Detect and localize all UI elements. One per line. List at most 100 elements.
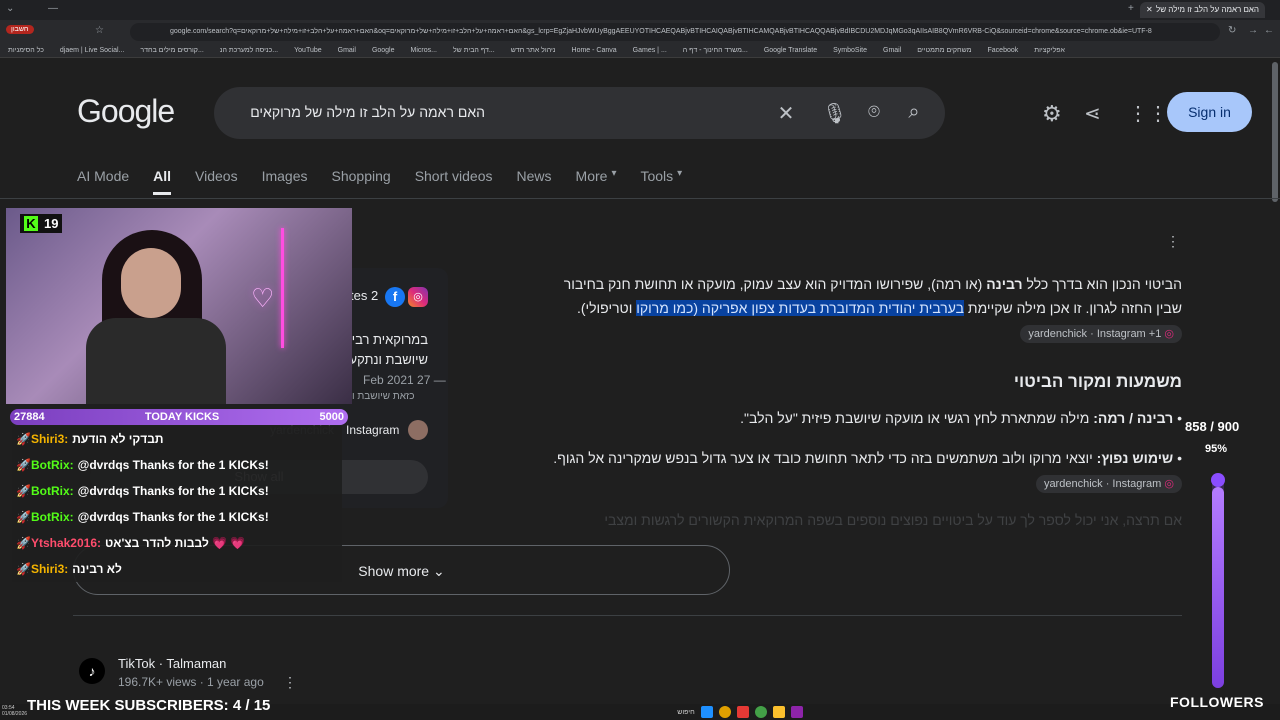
tab-title: האם ראמה על הלב זו מילה של: [1155, 5, 1259, 14]
lamp-icon: [281, 228, 284, 348]
tab-tools[interactable]: Tools: [640, 168, 673, 195]
source-count: tes 2: [350, 288, 379, 303]
week-subscribers: THIS WEEK SUBSCRIBERS: 4 / 15: [27, 697, 271, 714]
chat-username: BotRix:: [30, 484, 74, 498]
bookmark-item[interactable]: אפליקציות: [1032, 47, 1067, 54]
chat-message: 🚀 BotRix: @dvrdqs Thanks for the 1 KICKs!: [12, 504, 342, 530]
clear-icon[interactable]: ✕: [774, 101, 798, 126]
app-icon[interactable]: [754, 706, 767, 718]
new-tab-button[interactable]: +: [1128, 3, 1134, 14]
bookmark-item[interactable]: כניסה למערכת הנ...: [218, 47, 280, 54]
google-logo[interactable]: Google: [77, 93, 175, 130]
profile-button[interactable]: חשבון: [6, 25, 34, 34]
ai-overview-paragraph: הביטוי הנכון הוא בדרך כלל רבינה (או רמה)…: [542, 272, 1182, 344]
tab-more[interactable]: More: [576, 168, 608, 195]
tab-all[interactable]: All: [153, 168, 172, 195]
bookmark-item[interactable]: משחקים מתמטיים: [915, 47, 973, 54]
chat-message: 🚀 BotRix: @dvrdqs Thanks for the 1 KICKs!: [12, 478, 342, 504]
more-options-icon[interactable]: ⋮: [1166, 233, 1180, 250]
bookmark-item[interactable]: Gmail: [336, 47, 358, 54]
bookmark-item[interactable]: דף הבית של...: [451, 47, 497, 54]
ai-text: וטריפולי).: [576, 300, 637, 316]
browser-tab[interactable]: ✕ האם ראמה על הלב זו מילה של: [1140, 2, 1265, 18]
kicks-goal: 5000: [319, 411, 344, 423]
search-input[interactable]: האם ראמה על הלב זו מילה של מרוקאים: [250, 104, 485, 120]
viewer-count: 19: [44, 216, 59, 231]
more-options-icon[interactable]: ⋮: [283, 674, 297, 691]
scrollbar[interactable]: [1272, 62, 1278, 202]
tab-videos[interactable]: Videos: [195, 168, 238, 195]
webcam-feed: ♡: [6, 208, 352, 404]
source-chip-label: yardenchick · Instagram +1: [1028, 328, 1162, 340]
window-menu-icon[interactable]: ⌄: [6, 3, 14, 14]
tab-images[interactable]: Images: [262, 168, 308, 195]
tab-short-videos[interactable]: Short videos: [415, 168, 493, 195]
system-clock: 03:54 01/08/2026: [2, 705, 27, 717]
bookmark-item[interactable]: Facebook: [986, 47, 1021, 54]
bookmark-item[interactable]: Google: [370, 47, 397, 54]
chat-username: Ytshak2016:: [30, 536, 101, 550]
result-source[interactable]: TikTok · Talmaman: [118, 656, 226, 671]
instagram-icon: ◎: [1164, 478, 1174, 490]
back-icon[interactable]: →: [1248, 25, 1258, 36]
kicks-left: 27884: [14, 411, 45, 423]
search-icon[interactable]: ⌕: [902, 101, 926, 124]
kicks-label: TODAY KICKS: [144, 411, 220, 423]
browser-toolbar: → ← ↻ ☆ חשבון google.com/search?q=האם+רא…: [0, 20, 1280, 44]
chat-badge-icon: 🚀: [16, 484, 31, 498]
chat-message: 🚀 Shiri3: תבדקי לא הודעת: [12, 426, 342, 452]
bookmark-item[interactable]: Games | ...: [631, 47, 669, 54]
forward-icon[interactable]: ←: [1264, 25, 1274, 36]
faded-text: אם תרצה, אני יכול לספר לך עוד על ביטויים…: [604, 512, 1182, 528]
tiktok-icon: ♪: [79, 658, 105, 684]
chat-username: BotRix:: [30, 510, 74, 524]
windows-start-icon[interactable]: [700, 706, 713, 718]
app-icon[interactable]: [790, 706, 803, 718]
tab-shopping[interactable]: Shopping: [332, 168, 391, 195]
webcam-person-face: [121, 248, 181, 318]
search-box[interactable]: האם ראמה על הלב זו מילה של מרוקאים ✕ 🎙 ⌾…: [214, 87, 945, 139]
list-item: • רבינה / רמה: מילה שמתארת לחץ רגשי או מ…: [740, 410, 1182, 426]
minimize-icon[interactable]: —: [48, 3, 58, 14]
search-tabs: AI Mode All Videos Images Shopping Short vide…: [77, 168, 682, 195]
folder-icon[interactable]: [772, 706, 785, 718]
chat-badge-icon: 🚀: [16, 536, 31, 550]
bookmark-item[interactable]: YouTube: [292, 47, 324, 54]
chrome-icon[interactable]: [718, 706, 731, 718]
chat-text: לבבות להדר בצ'אט 💗 💗: [105, 536, 246, 550]
taskbar-search[interactable]: חיפוש: [677, 709, 694, 716]
webcam-person-body: [86, 318, 226, 404]
followers-label: FOLLOWERS: [1170, 694, 1264, 710]
bookmark-item[interactable]: Micros...: [409, 47, 439, 54]
tab-news[interactable]: News: [517, 168, 552, 195]
bookmark-item[interactable]: djaem | Live Social...: [58, 47, 126, 54]
tab-ai-mode[interactable]: AI Mode: [77, 168, 129, 195]
share-icon[interactable]: ⋖: [1084, 101, 1101, 126]
bookmark-item[interactable]: Home - Canva: [570, 47, 619, 54]
sign-in-button[interactable]: Sign in: [1167, 92, 1252, 132]
camera-search-icon[interactable]: ⌾: [862, 101, 886, 124]
bookmark-item[interactable]: Gmail: [881, 47, 903, 54]
microphone-icon[interactable]: 🎙: [822, 101, 847, 126]
kicks-progress-bar: 27884 TODAY KICKS 5000: [10, 409, 348, 425]
reload-icon[interactable]: ↻: [1228, 25, 1236, 36]
chat-username: BotRix:: [30, 458, 74, 472]
chat-badge-icon: 🚀: [16, 432, 31, 446]
bookmark-item[interactable]: ניהול אתר חדש: [509, 47, 558, 54]
neon-heart-icon: ♡: [251, 283, 275, 313]
source-chip[interactable]: ◎ yardenchick · Instagram +1: [1020, 325, 1182, 343]
address-bar[interactable]: google.com/search?q=האם+ראמה+על+הלב+זו+מ…: [130, 23, 1220, 41]
bookmark-item[interactable]: SymboSite: [831, 47, 869, 54]
sub-goal-fill: [1212, 486, 1224, 688]
bookmark-item[interactable]: Google Translate: [762, 47, 819, 54]
app-icon[interactable]: [736, 706, 749, 718]
ai-bold: רבינה: [986, 276, 1023, 292]
chevron-down-icon: ▾: [677, 168, 683, 179]
bookmark-star-icon[interactable]: ☆: [95, 25, 104, 36]
bookmark-item[interactable]: כל הסימניות: [6, 47, 46, 54]
bookmark-item[interactable]: קורסים מילים בחדר...: [138, 47, 205, 54]
gear-icon[interactable]: ⚙: [1042, 101, 1062, 127]
tab-close-icon[interactable]: ✕: [1146, 5, 1153, 14]
source-chip[interactable]: ◎ yardenchick · Instagram: [1035, 475, 1182, 493]
bookmark-item[interactable]: משרד החינוך - דף ה...: [681, 47, 750, 54]
